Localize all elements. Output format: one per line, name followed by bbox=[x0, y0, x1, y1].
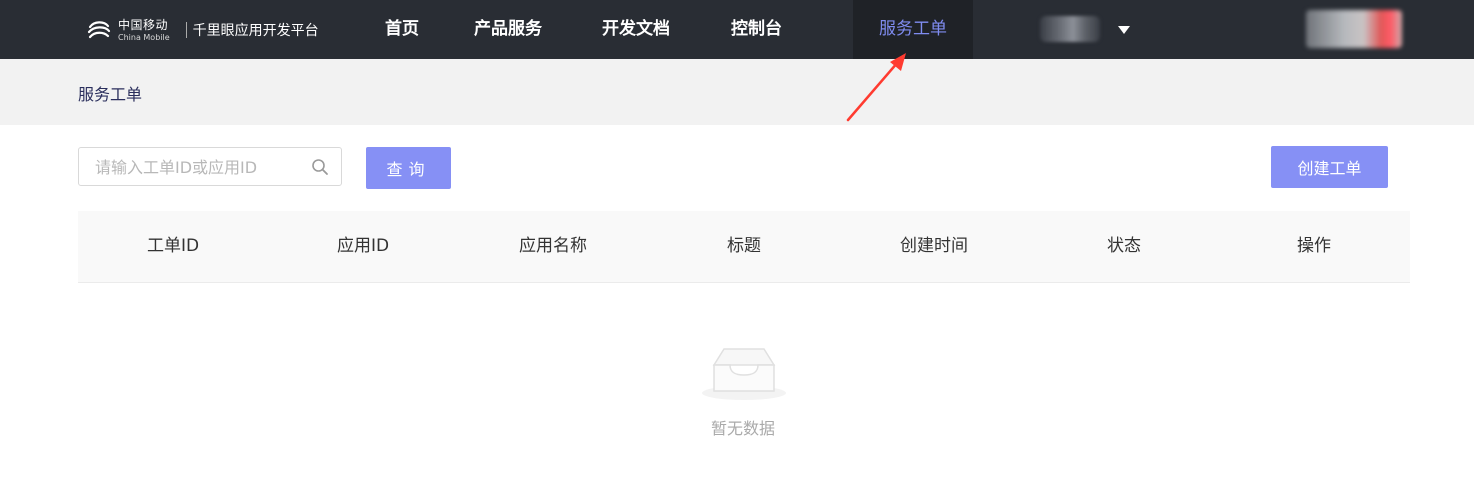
search-input[interactable] bbox=[93, 148, 307, 187]
platform-name: 千里眼应用开发平台 bbox=[192, 23, 319, 39]
search-icon[interactable] bbox=[311, 158, 329, 176]
query-button[interactable]: 查询 bbox=[366, 147, 451, 189]
breadcrumb: 服务工单 bbox=[0, 59, 1474, 125]
nav-home[interactable]: 首页 bbox=[385, 0, 419, 59]
column-ticket-id: 工单ID bbox=[146, 236, 200, 256]
column-title: 标题 bbox=[727, 236, 761, 256]
search-box bbox=[78, 147, 342, 187]
breadcrumb-current: 服务工单 bbox=[78, 85, 143, 104]
create-ticket-button[interactable]: 创建工单 bbox=[1271, 146, 1388, 188]
column-actions: 操作 bbox=[1297, 236, 1331, 256]
caret-down-icon[interactable] bbox=[1118, 26, 1130, 34]
user-name-redacted[interactable] bbox=[1040, 16, 1100, 42]
logo-divider bbox=[185, 22, 187, 38]
column-status: 状态 bbox=[1107, 236, 1141, 256]
top-navbar: 中国移动 China Mobile 千里眼应用开发平台 首页 产品服务 开发文档… bbox=[0, 0, 1474, 59]
china-mobile-logo-icon bbox=[87, 21, 111, 39]
empty-state-text: 暂无数据 bbox=[710, 419, 775, 438]
column-app-id: 应用ID bbox=[336, 236, 390, 256]
nav-products[interactable]: 产品服务 bbox=[474, 0, 542, 59]
column-app-name: 应用名称 bbox=[519, 236, 587, 256]
logo-en-name: China Mobile bbox=[118, 32, 170, 42]
table-header: 工单ID 应用ID 应用名称 标题 创建时间 状态 操作 bbox=[78, 211, 1410, 283]
column-created-time: 创建时间 bbox=[900, 236, 968, 256]
avatar[interactable] bbox=[1306, 10, 1402, 48]
empty-inbox-icon bbox=[702, 348, 786, 400]
logo-cn-name: 中国移动 bbox=[118, 17, 169, 32]
nav-console[interactable]: 控制台 bbox=[731, 0, 782, 59]
annotation-arrow-icon bbox=[846, 53, 906, 122]
brand-logo[interactable]: 中国移动 China Mobile 千里眼应用开发平台 bbox=[86, 16, 319, 44]
nav-docs[interactable]: 开发文档 bbox=[602, 0, 670, 59]
